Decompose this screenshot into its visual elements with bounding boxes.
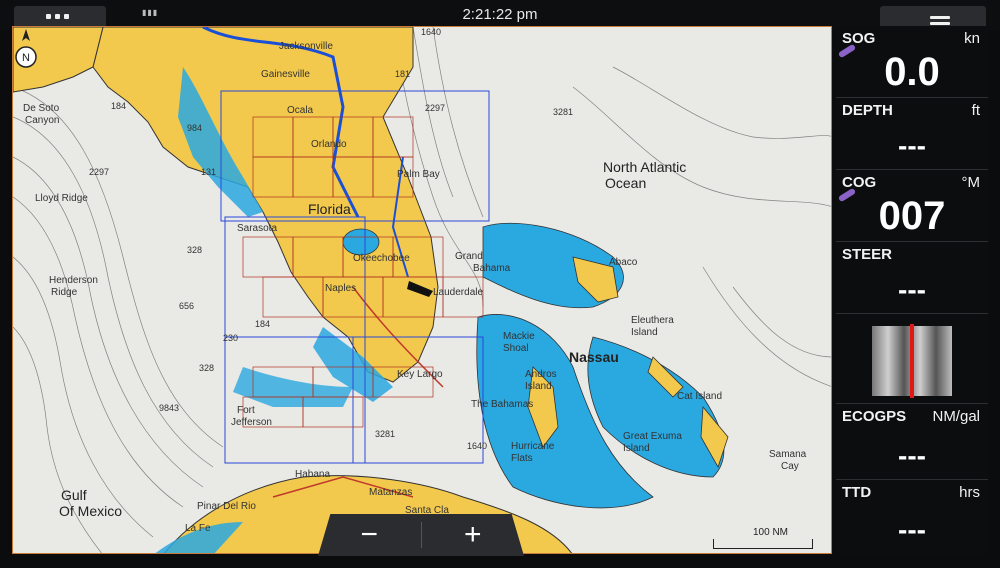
- label-hurricane: Hurricane: [511, 441, 555, 452]
- label-cat-island: Cat Island: [677, 391, 723, 402]
- zoom-in-button[interactable]: +: [422, 514, 525, 556]
- label-abaco: Abaco: [609, 257, 638, 268]
- label-flats: Flats: [511, 453, 533, 464]
- label-samana: Samana: [769, 449, 807, 460]
- label-key-largo: Key Largo: [397, 369, 443, 380]
- tile-label: STEER: [842, 246, 893, 263]
- instrument-panel: SOG kn 0.0 DEPTH ft --- COG °M 007 STEER…: [836, 26, 988, 554]
- zoom-control: − +: [318, 514, 524, 556]
- tile-label: ECOGPS: [842, 408, 907, 425]
- tile-value: ---: [898, 274, 926, 305]
- depth-1640a: 1640: [421, 27, 442, 37]
- clock: 2:21:22 pm: [462, 6, 538, 23]
- depth-2297a: 2297: [425, 103, 446, 113]
- label-habana: Habana: [295, 469, 331, 480]
- label-gulf: Gulf: [61, 487, 87, 503]
- label-ridge: Ridge: [51, 287, 78, 298]
- tile-value: 007: [878, 194, 946, 238]
- label-bahama: Bahama: [473, 263, 511, 274]
- depth-131: 131: [201, 167, 217, 177]
- tile-cog[interactable]: COG °M 007: [836, 170, 988, 242]
- label-de-soto: De Soto: [23, 103, 60, 114]
- label-okeechobee: Okeechobee: [353, 253, 410, 264]
- label-eleuthera: Eleuthera: [631, 315, 674, 326]
- label-of-mexico: Of Mexico: [59, 503, 123, 519]
- label-north-atlantic: North Atlantic: [603, 159, 687, 175]
- chart-map[interactable]: Florida North Atlantic Ocean Nassau Gulf…: [12, 26, 832, 554]
- tile-rudder-gauge: [836, 314, 988, 404]
- label-palm-bay: Palm Bay: [397, 169, 440, 180]
- label-fort: Fort: [237, 405, 255, 416]
- depth-184a: 184: [111, 101, 127, 111]
- label-florida: Florida: [308, 201, 351, 217]
- rudder-needle: [910, 324, 914, 398]
- depth-3281b: 3281: [375, 429, 396, 439]
- label-pinar: Pinar Del Rio: [197, 501, 256, 512]
- depth-9843: 9843: [159, 403, 180, 413]
- label-henderson: Henderson: [49, 275, 98, 286]
- label-canyon: Canyon: [25, 115, 60, 126]
- tile-label: COG: [842, 174, 877, 191]
- label-matanzas: Matanzas: [369, 487, 413, 498]
- label-orlando: Orlando: [311, 139, 347, 150]
- depth-2297b: 2297: [89, 167, 110, 177]
- depth-328a: 328: [187, 245, 203, 255]
- tile-unit: NM/gal: [932, 408, 980, 425]
- tile-value: ---: [898, 514, 926, 545]
- depth-328b: 328: [199, 363, 215, 373]
- label-jefferson: Jefferson: [231, 417, 272, 428]
- depth-184b: 184: [255, 319, 271, 329]
- tile-ttd[interactable]: TTD hrs ---: [836, 480, 988, 554]
- tile-unit: ft: [971, 102, 980, 119]
- scale-bar: [713, 539, 813, 549]
- depth-1640b: 1640: [467, 441, 488, 451]
- depth-656: 656: [179, 301, 195, 311]
- svg-text:N: N: [22, 52, 30, 64]
- tile-steer[interactable]: STEER ---: [836, 242, 988, 314]
- label-naples: Naples: [325, 283, 357, 294]
- zoom-out-button[interactable]: −: [318, 514, 421, 556]
- chart-graphics: [13, 27, 831, 553]
- tile-sog[interactable]: SOG kn 0.0: [836, 26, 988, 98]
- label-mackie: Mackie: [503, 331, 535, 342]
- tile-unit: °M: [961, 174, 981, 191]
- tile-depth[interactable]: DEPTH ft ---: [836, 98, 988, 170]
- depth-3281a: 3281: [553, 107, 574, 117]
- tile-label: DEPTH: [842, 102, 893, 119]
- scale-label: 100 NM: [753, 527, 789, 538]
- label-cay: Cay: [781, 461, 799, 472]
- tile-ecogps[interactable]: ECOGPS NM/gal ---: [836, 404, 988, 480]
- label-andros: Andros: [525, 369, 557, 380]
- tile-unit: hrs: [959, 484, 980, 501]
- label-ocala: Ocala: [287, 105, 314, 116]
- label-eleuthera-island: Island: [631, 327, 658, 338]
- label-la-fe: La Fe: [185, 523, 211, 534]
- label-shoal: Shoal: [503, 343, 529, 354]
- depth-984: 984: [187, 123, 203, 133]
- depth-230: 230: [223, 333, 239, 343]
- label-fort-lauderdale: Lauderdale: [433, 287, 484, 298]
- label-great-exuma: Great Exuma: [623, 431, 682, 442]
- tile-value: 0.0: [884, 50, 940, 94]
- label-grand: Grand: [455, 251, 483, 262]
- label-exuma-island: Island: [623, 443, 650, 454]
- depth-181: 181: [395, 69, 411, 79]
- tile-label: TTD: [842, 484, 872, 501]
- label-jacksonville: Jacksonville: [279, 41, 333, 52]
- tile-label: SOG: [842, 30, 876, 47]
- label-the-bahamas: The Bahamas: [471, 399, 534, 410]
- north-arrow-icon[interactable]: N: [13, 27, 39, 73]
- label-gainesville: Gainesville: [261, 69, 310, 80]
- label-nassau: Nassau: [569, 349, 619, 365]
- label-andros-island: Island: [525, 381, 552, 392]
- label-ocean: Ocean: [605, 175, 647, 191]
- label-sarasota: Sarasota: [237, 223, 278, 234]
- tile-unit: kn: [964, 30, 980, 47]
- tile-value: ---: [898, 440, 926, 471]
- label-lloyd-ridge: Lloyd Ridge: [35, 193, 88, 204]
- tile-value: ---: [898, 130, 926, 161]
